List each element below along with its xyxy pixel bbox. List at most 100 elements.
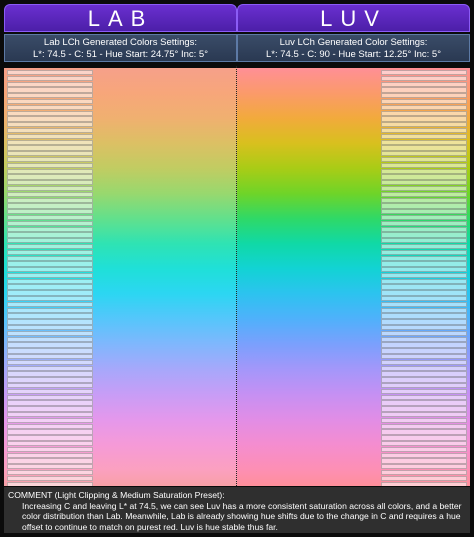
swatch-label (7, 145, 93, 151)
swatch-label (7, 214, 93, 221)
swatch-label (7, 284, 93, 290)
swatch-label (381, 325, 467, 331)
luv-settings-label: Luv LCh Generated Color Settings: (279, 37, 428, 48)
swatch-label (381, 469, 467, 476)
swatch-label (7, 290, 93, 296)
swatch-label (381, 342, 467, 348)
swatch-label (381, 168, 467, 174)
swatch-label (7, 98, 93, 105)
swatch-label (381, 423, 467, 429)
swatch-label (381, 122, 467, 128)
swatch-label (381, 104, 467, 111)
swatch-label (7, 209, 93, 215)
swatch-label (381, 330, 467, 337)
swatch-label (381, 81, 467, 87)
swatch-label (7, 423, 93, 429)
swatch-label (7, 122, 93, 128)
swatch-label (7, 452, 93, 458)
swatch-label (7, 191, 93, 198)
swatch-label (381, 296, 467, 302)
swatch-label (381, 365, 467, 371)
swatch-label (381, 481, 467, 486)
swatch-label (381, 180, 467, 186)
swatch-label (381, 98, 467, 105)
comment-box: COMMENT (Light Clipping & Medium Saturat… (4, 487, 470, 533)
swatch-label (381, 278, 467, 284)
lab-settings-label: Lab LCh Generated Colors Settings: (43, 37, 198, 48)
swatch-label (7, 469, 93, 476)
swatch-label (7, 226, 93, 232)
swatch-label (381, 359, 467, 366)
swatch-label (381, 441, 467, 447)
swatch-label (381, 417, 467, 424)
swatch-label (7, 174, 93, 180)
swatch-label (7, 481, 93, 486)
swatch-label (381, 70, 467, 76)
swatch-label (381, 452, 467, 458)
swatch-label (7, 325, 93, 331)
swatch-label (7, 278, 93, 284)
swatch-label (381, 272, 467, 279)
swatch-label (7, 354, 93, 360)
swatch-label (381, 127, 467, 134)
swatch-label (381, 87, 467, 93)
swatch-label (7, 232, 93, 238)
swatch-label (381, 307, 467, 313)
lab-swatch-label-list (7, 70, 93, 486)
swatch-label (7, 475, 93, 482)
swatch-label (381, 377, 467, 383)
swatch-label (7, 406, 93, 412)
swatch-label (381, 249, 467, 255)
swatch-label (7, 429, 93, 435)
swatch-label (381, 116, 467, 122)
swatch-label (7, 441, 93, 447)
swatch-label (7, 446, 93, 453)
swatch-label (7, 185, 93, 192)
lab-settings-values: L*: 74.5 - C: 51 - Hue Start: 24.75° Inc… (33, 49, 208, 60)
swatch-label (381, 267, 467, 273)
swatch-label (381, 301, 467, 308)
swatch-label (7, 243, 93, 250)
swatch-label (7, 412, 93, 418)
swatch-label (7, 348, 93, 354)
swatch-label (7, 400, 93, 406)
swatch-label (381, 232, 467, 238)
swatch-label (381, 145, 467, 151)
swatch-label (381, 429, 467, 435)
swatch-label (381, 133, 467, 140)
swatch-label (7, 133, 93, 140)
swatch-label (7, 261, 93, 267)
swatch-label (381, 185, 467, 192)
swatch-label (381, 435, 467, 441)
lab-title: LAB (4, 4, 237, 32)
swatch-label (7, 313, 93, 319)
swatch-label (7, 104, 93, 111)
swatch-label (7, 342, 93, 348)
swatch-label (381, 412, 467, 418)
swatch-label (7, 81, 93, 87)
swatch-label (7, 435, 93, 441)
swatch-label (7, 180, 93, 186)
swatch-label (381, 446, 467, 453)
swatch-label (381, 255, 467, 261)
luv-settings-values: L*: 74.5 - C: 90 - Hue Start: 12.25° Inc… (266, 49, 441, 60)
swatch-label (7, 301, 93, 308)
luv-title: LUV (237, 4, 470, 32)
swatch-label (7, 249, 93, 255)
swatch-label (7, 139, 93, 145)
lab-color-strip (4, 68, 237, 486)
swatch-label (7, 365, 93, 371)
swatch-label (7, 93, 93, 99)
swatch-label (381, 406, 467, 412)
swatch-label (381, 151, 467, 157)
swatch-label (7, 330, 93, 337)
swatch-label (381, 220, 467, 227)
swatch-label (381, 261, 467, 267)
swatch-label (7, 388, 93, 395)
swatch-label (381, 464, 467, 470)
swatch-label (381, 290, 467, 296)
swatch-label (381, 156, 467, 163)
swatch-label (381, 400, 467, 406)
swatch-label (381, 475, 467, 482)
swatch-label (381, 174, 467, 180)
